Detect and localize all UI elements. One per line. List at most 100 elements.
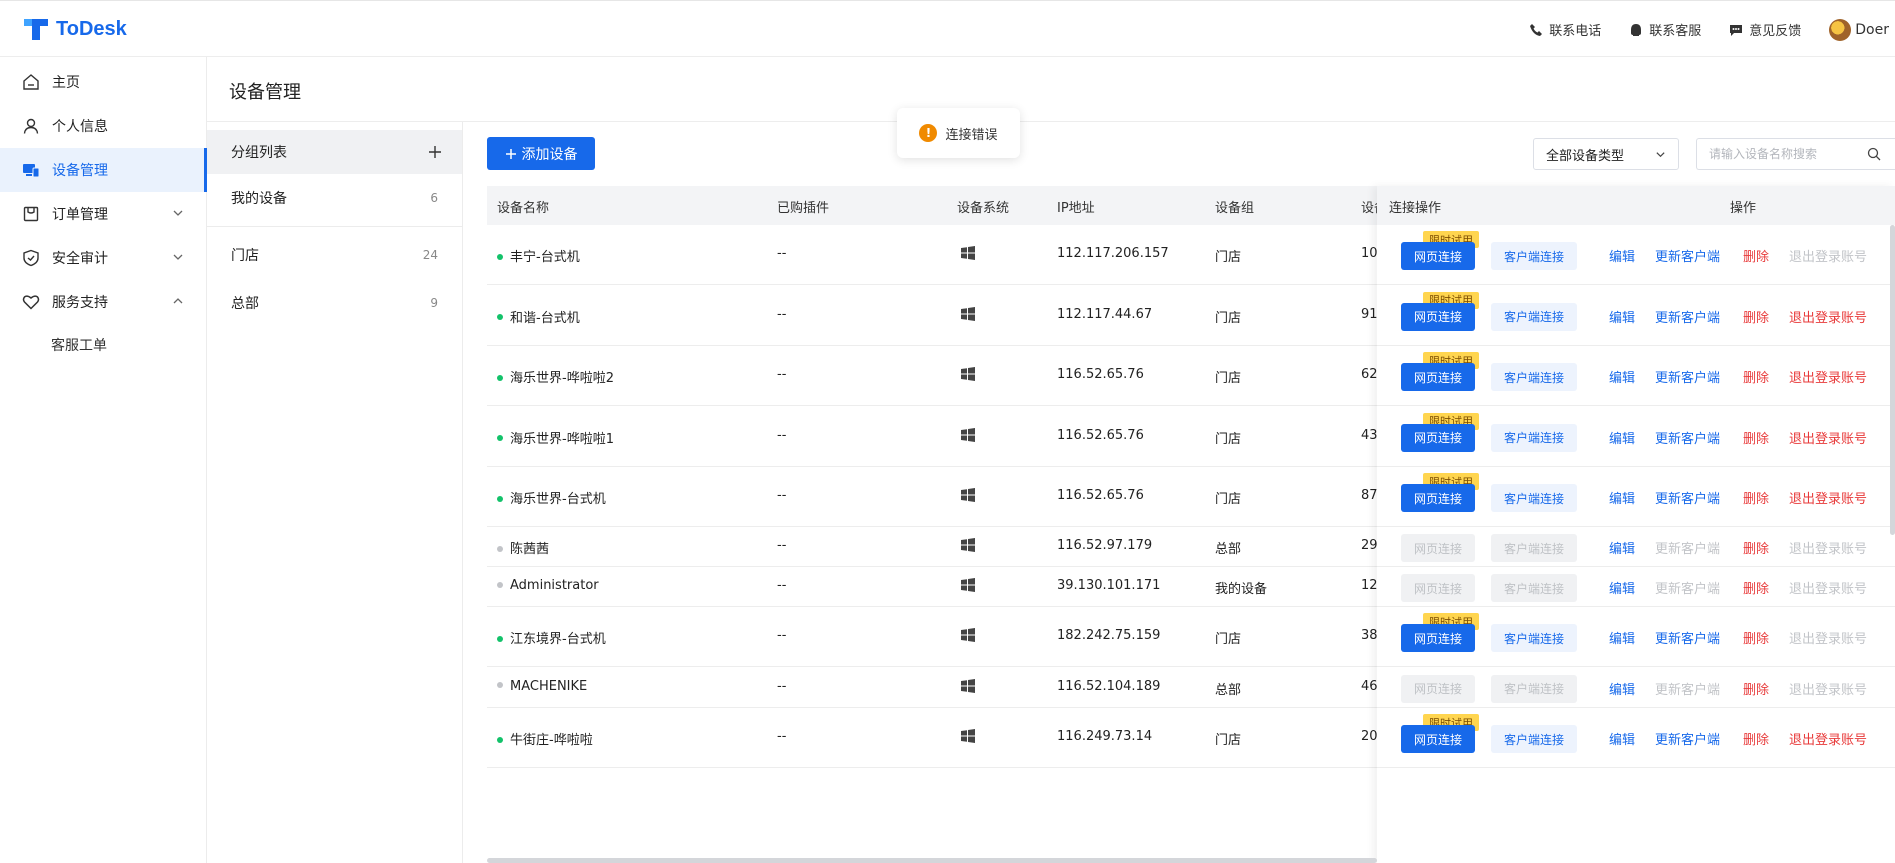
logout-account-link[interactable]: 退出登录账号: [1789, 246, 1867, 265]
client-connect-button[interactable]: 客户端连接: [1491, 725, 1577, 753]
web-connect-button[interactable]: 网页连接: [1401, 624, 1475, 652]
sidebar-item-support[interactable]: 服务支持: [0, 280, 206, 324]
delete-link[interactable]: 删除: [1743, 488, 1769, 507]
contact-service-label: 联系客服: [1649, 24, 1702, 39]
device-name-cell[interactable]: 丰宁-台式机: [497, 246, 580, 265]
todesk-logo[interactable]: ToDesk: [22, 15, 127, 43]
edit-link[interactable]: 编辑: [1609, 679, 1635, 698]
delete-link[interactable]: 删除: [1743, 578, 1769, 597]
client-connect-button[interactable]: 客户端连接: [1491, 302, 1577, 331]
logout-account-link[interactable]: 退出登录账号: [1789, 367, 1867, 386]
update-client-link[interactable]: 更新客户端: [1655, 428, 1720, 447]
delete-link[interactable]: 删除: [1743, 538, 1769, 557]
delete-link[interactable]: 删除: [1743, 679, 1769, 698]
sidebar-item-home[interactable]: 主页: [0, 60, 206, 104]
plus-icon[interactable]: [428, 145, 442, 159]
sidebar-item-devices[interactable]: 设备管理: [0, 148, 207, 192]
device-name-cell[interactable]: 牛街庄-哗啦啦: [497, 729, 593, 748]
add-device-button[interactable]: 添加设备: [487, 137, 595, 170]
client-connect-button[interactable]: 客户端连接: [1491, 242, 1577, 270]
user-name: Doer: [1855, 21, 1889, 38]
user-menu[interactable]: Doer: [1829, 18, 1889, 41]
web-connect-button[interactable]: 网页连接: [1401, 725, 1475, 753]
delete-link[interactable]: 删除: [1743, 367, 1769, 386]
status-dot: [497, 581, 503, 588]
device-name-cell[interactable]: Administrator: [497, 578, 599, 593]
edit-link[interactable]: 编辑: [1609, 538, 1635, 557]
update-client-link[interactable]: 更新客户端: [1655, 246, 1720, 265]
web-connect-button[interactable]: 网页连接: [1401, 574, 1475, 602]
device-name-cell[interactable]: 海乐世界-哗啦啦1: [497, 428, 614, 447]
client-connect-button[interactable]: 客户端连接: [1491, 363, 1577, 391]
logout-account-link[interactable]: 退出登录账号: [1789, 578, 1867, 597]
group-item-hq[interactable]: 总部 9: [207, 279, 462, 327]
vertical-scrollbar[interactable]: [1890, 225, 1895, 535]
update-client-link[interactable]: 更新客户端: [1655, 307, 1720, 326]
windows-icon: [961, 427, 975, 442]
sidebar-subitem-tickets[interactable]: 客服工单: [0, 324, 206, 366]
client-connect-button[interactable]: 客户端连接: [1491, 534, 1577, 562]
edit-link[interactable]: 编辑: [1609, 307, 1635, 326]
logout-account-link[interactable]: 退出登录账号: [1789, 307, 1867, 326]
update-client-link[interactable]: 更新客户端: [1655, 679, 1720, 698]
device-name-cell[interactable]: 江东境界-台式机: [497, 628, 606, 647]
group-item-store[interactable]: 门店 24: [207, 231, 462, 279]
logout-account-link[interactable]: 退出登录账号: [1789, 679, 1867, 698]
delete-link[interactable]: 删除: [1743, 307, 1769, 326]
update-client-link[interactable]: 更新客户端: [1655, 729, 1720, 748]
device-name-cell[interactable]: 海乐世界-台式机: [497, 488, 606, 507]
client-connect-button[interactable]: 客户端连接: [1491, 674, 1577, 703]
search-icon[interactable]: [1867, 147, 1881, 161]
web-connect-button[interactable]: 网页连接: [1401, 423, 1475, 452]
edit-link[interactable]: 编辑: [1609, 488, 1635, 507]
edit-link[interactable]: 编辑: [1609, 578, 1635, 597]
device-name-cell[interactable]: MACHENIKE: [497, 679, 587, 694]
device-type-select[interactable]: 全部设备类型: [1533, 138, 1679, 170]
group-item-my-devices[interactable]: 我的设备 6: [207, 174, 462, 222]
logout-account-link[interactable]: 退出登录账号: [1789, 538, 1867, 557]
edit-link[interactable]: 编辑: [1609, 628, 1635, 647]
device-name-cell[interactable]: 海乐世界-哗啦啦2: [497, 367, 614, 386]
update-client-link[interactable]: 更新客户端: [1655, 538, 1720, 557]
web-connect-button[interactable]: 网页连接: [1401, 484, 1475, 512]
delete-link[interactable]: 删除: [1743, 628, 1769, 647]
col-connect: 连接操作: [1389, 201, 1442, 216]
update-client-link[interactable]: 更新客户端: [1655, 628, 1720, 647]
search-input[interactable]: [1697, 140, 1867, 168]
delete-link[interactable]: 删除: [1743, 729, 1769, 748]
update-client-link[interactable]: 更新客户端: [1655, 488, 1720, 507]
web-connect-button[interactable]: 网页连接: [1401, 363, 1475, 391]
edit-link[interactable]: 编辑: [1609, 428, 1635, 447]
edit-link[interactable]: 编辑: [1609, 246, 1635, 265]
device-name: 江东境界-台式机: [510, 632, 606, 647]
edit-link[interactable]: 编辑: [1609, 729, 1635, 748]
logout-account-link[interactable]: 退出登录账号: [1789, 729, 1867, 748]
web-connect-button[interactable]: 网页连接: [1401, 242, 1475, 270]
horizontal-scrollbar[interactable]: [487, 858, 1377, 863]
delete-link[interactable]: 删除: [1743, 428, 1769, 447]
update-client-link[interactable]: 更新客户端: [1655, 578, 1720, 597]
client-connect-button[interactable]: 客户端连接: [1491, 624, 1577, 652]
web-connect-button[interactable]: 网页连接: [1401, 302, 1475, 331]
client-connect-button[interactable]: 客户端连接: [1491, 484, 1577, 512]
device-name-cell[interactable]: 和谐-台式机: [497, 307, 580, 326]
status-dot: [497, 314, 503, 320]
sidebar-item-security[interactable]: 安全审计: [0, 236, 206, 280]
update-client-link[interactable]: 更新客户端: [1655, 367, 1720, 386]
web-connect-button[interactable]: 网页连接: [1401, 534, 1475, 562]
web-connect-button[interactable]: 网页连接: [1401, 674, 1475, 703]
client-connect-button[interactable]: 客户端连接: [1491, 423, 1577, 452]
client-connect-button[interactable]: 客户端连接: [1491, 574, 1577, 602]
device-name-cell[interactable]: 陈茜茜: [497, 538, 549, 557]
feedback-link[interactable]: 意见反馈: [1729, 20, 1801, 39]
logout-account-link[interactable]: 退出登录账号: [1789, 428, 1867, 447]
sidebar-item-profile[interactable]: 个人信息: [0, 104, 206, 148]
delete-link[interactable]: 删除: [1743, 246, 1769, 265]
logout-account-link[interactable]: 退出登录账号: [1789, 488, 1867, 507]
sidebar-item-orders[interactable]: 订单管理: [0, 192, 206, 236]
logout-account-link[interactable]: 退出登录账号: [1789, 628, 1867, 647]
contact-phone-link[interactable]: 联系电话: [1529, 20, 1601, 39]
contact-service-link[interactable]: 联系客服: [1629, 20, 1701, 39]
edit-link[interactable]: 编辑: [1609, 367, 1635, 386]
windows-icon: [961, 628, 975, 642]
